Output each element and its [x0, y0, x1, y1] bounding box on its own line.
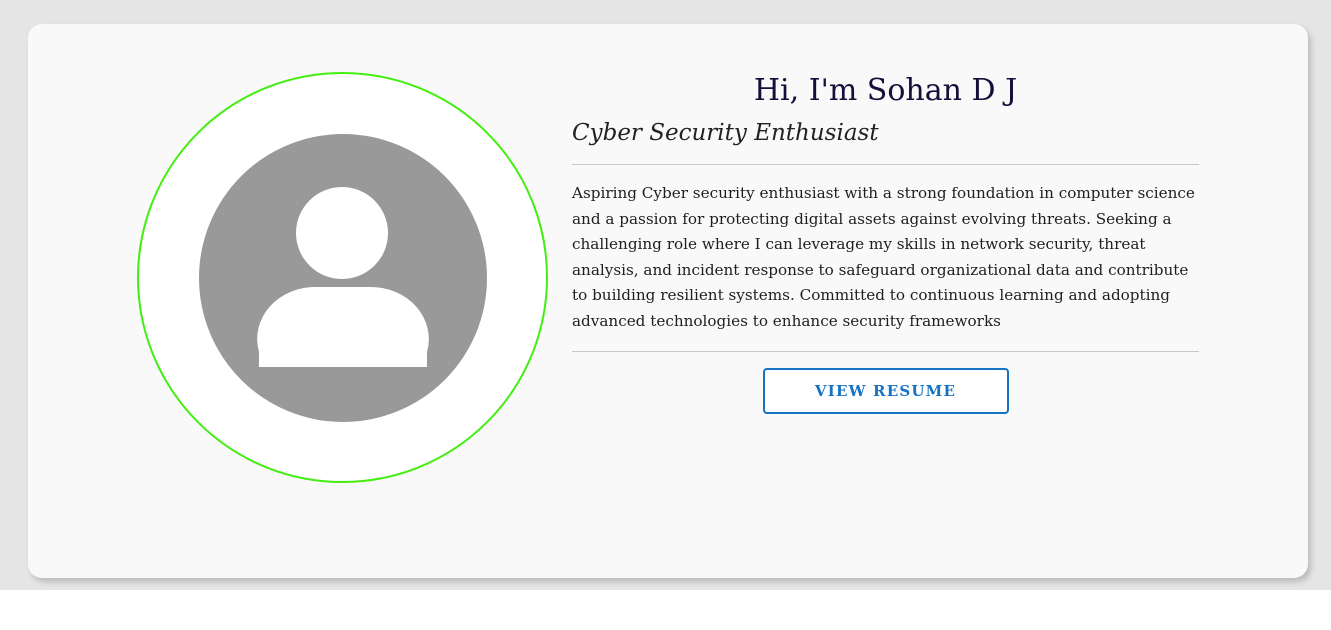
- page-title: Hi, I'm Sohan D J: [753, 73, 1018, 108]
- divider: [572, 350, 1199, 352]
- user-avatar-icon: [199, 134, 487, 422]
- profile-bio: Aspiring Cyber security enthusiast with …: [572, 184, 1195, 330]
- divider: [572, 164, 1199, 165]
- actions: VIEW RESUME: [572, 367, 1199, 414]
- profile-info: Hi, I'm Sohan D J Cyber Security Enthusi…: [572, 72, 1199, 414]
- profile-subtitle: Cyber Security Enthusiast: [572, 120, 879, 146]
- avatar: [137, 72, 548, 483]
- profile-card: Hi, I'm Sohan D J Cyber Security Enthusi…: [28, 24, 1308, 578]
- view-resume-button[interactable]: VIEW RESUME: [762, 367, 1009, 414]
